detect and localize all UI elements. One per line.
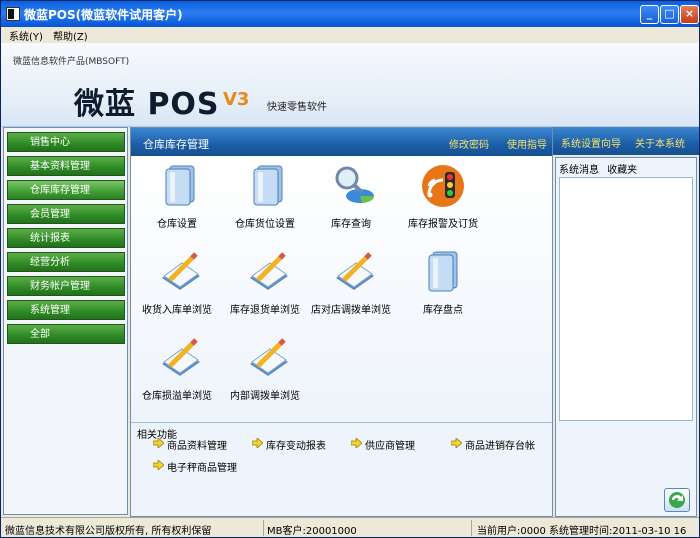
link-about[interactable]: 关于本系统 — [635, 135, 685, 150]
related-scale-product[interactable]: 电子秤商品管理 — [153, 459, 237, 474]
tile-label: 仓库设置 — [157, 219, 197, 230]
tile-label: 库存盘点 — [423, 305, 463, 316]
related-label: 供应商管理 — [365, 441, 415, 452]
status-copyright: 微蓝信息技术有限公司版权所有, 所有权利保留 — [5, 526, 212, 537]
status-bar: 微蓝信息技术有限公司版权所有, 所有权利保留 MB客户:20001000 当前用… — [1, 517, 699, 537]
sidebar-item-business-analysis[interactable]: 经营分析 — [7, 252, 125, 272]
company-name: 微蓝信息软件产品(MBSOFT) — [13, 57, 130, 67]
sidebar-item-members[interactable]: 会员管理 — [7, 204, 125, 224]
tile-store-transfer-browse[interactable]: 店对店调拨单浏览 — [306, 246, 396, 326]
slogan: 快速零售软件 — [267, 102, 327, 113]
title-bar[interactable]: 微蓝POS(微蓝软件试用客户) _ □ × — [1, 1, 699, 27]
message-list[interactable] — [559, 177, 693, 421]
related-label: 电子秤商品管理 — [167, 463, 237, 474]
tab-system-messages[interactable]: 系统消息 — [559, 165, 599, 176]
sidebar-item-all[interactable]: 全部 — [7, 324, 125, 344]
pencil-pad-icon — [162, 338, 200, 376]
banner: 微蓝信息软件产品(MBSOFT) 微蓝 POS V3 快速零售软件 — [1, 43, 699, 127]
status-customer: MB客户:20001000 — [267, 526, 357, 537]
status-system-time: 系统管理时间:2011-03-10 16 — [549, 526, 687, 537]
tile-warehouse-settings[interactable]: 仓库设置 — [132, 160, 222, 240]
tile-label: 内部调拨单浏览 — [230, 391, 300, 402]
arrow-right-icon — [451, 438, 462, 448]
magnifier-pie-icon — [335, 166, 375, 203]
arrow-right-icon — [351, 438, 362, 448]
arrow-right-icon — [252, 438, 263, 448]
related-supplier-management[interactable]: 供应商管理 — [351, 437, 415, 452]
arrow-right-icon — [153, 460, 164, 470]
version-label: V3 — [223, 89, 250, 110]
menu-bar: 系统(Y) 帮助(Z) — [1, 27, 699, 43]
app-icon — [6, 7, 20, 21]
status-current-user: 当前用户:0000 — [477, 526, 546, 537]
pencil-pad-icon — [250, 252, 288, 290]
maximize-button[interactable]: □ — [660, 5, 679, 24]
refresh-button[interactable] — [664, 488, 690, 512]
tile-label: 库存查询 — [331, 219, 371, 230]
sidebar-item-warehouse-inventory[interactable]: 仓库库存管理 — [7, 180, 125, 200]
app-window: 微蓝POS(微蓝软件试用客户) _ □ × 系统(Y) 帮助(Z) 微蓝信息软件… — [0, 0, 700, 538]
book-stack-icon — [428, 251, 458, 292]
header-link-area — [435, 127, 553, 155]
link-setup-wizard[interactable]: 系统设置向导 — [561, 135, 621, 150]
refresh-icon — [669, 492, 685, 508]
pencil-pad-icon — [336, 252, 374, 290]
sidebar: 销售中心 基本资料管理 仓库库存管理 会员管理 统计报表 经营分析 财务帐户管理… — [3, 127, 128, 515]
related-functions: 相关功能 商品资料管理 库存变动报表 供应商管理 商品进销存台帐 电子秤商品管理 — [131, 422, 552, 516]
product-logo: 微蓝 POS — [74, 87, 220, 122]
close-button[interactable]: × — [680, 5, 699, 24]
function-grid: 仓库设置 仓库货位设置 库存查询 库存报警及订货 收货入库单浏览 库存退货单浏览… — [131, 156, 552, 422]
tile-loss-gain-browse[interactable]: 仓库损溢单浏览 — [132, 332, 222, 412]
related-label: 商品资料管理 — [167, 441, 227, 452]
header-extension: 系统设置向导 关于本系统 — [553, 127, 699, 155]
tile-internal-transfer-browse[interactable]: 内部调拨单浏览 — [220, 332, 310, 412]
right-panel-tabs: 系统消息 收藏夹 — [559, 161, 637, 176]
menu-system[interactable]: 系统(Y) — [9, 28, 43, 43]
tile-inventory-query[interactable]: 库存查询 — [306, 160, 396, 240]
tab-favorites[interactable]: 收藏夹 — [607, 165, 637, 176]
sidebar-item-system[interactable]: 系统管理 — [7, 300, 125, 320]
tile-label: 库存退货单浏览 — [230, 305, 300, 316]
pencil-pad-icon — [162, 252, 200, 290]
sidebar-item-sales-center[interactable]: 销售中心 — [7, 132, 125, 152]
tile-label: 店对店调拨单浏览 — [311, 305, 391, 316]
right-panel: 系统消息 收藏夹 — [555, 157, 697, 517]
tile-receiving-browse[interactable]: 收货入库单浏览 — [132, 246, 222, 326]
minimize-button[interactable]: _ — [640, 5, 659, 24]
window-title: 微蓝POS(微蓝软件试用客户) — [24, 8, 183, 22]
book-stack-icon — [165, 165, 195, 206]
tile-stocktaking[interactable]: 库存盘点 — [393, 246, 493, 326]
page-title: 仓库库存管理 — [143, 138, 209, 151]
related-label: 商品进销存台帐 — [465, 441, 535, 452]
tile-warehouse-location-settings[interactable]: 仓库货位设置 — [220, 160, 310, 240]
tile-label: 仓库货位设置 — [235, 219, 295, 230]
related-product-ledger[interactable]: 商品进销存台帐 — [451, 437, 535, 452]
menu-help[interactable]: 帮助(Z) — [53, 28, 88, 43]
status-divider — [471, 520, 472, 536]
tile-inventory-alarm-order[interactable]: 库存报警及订货 — [393, 160, 493, 240]
main-panel: 仓库库存管理 修改密码 使用指导 系统设置向导 仓库设置 — [130, 127, 553, 517]
related-inventory-change-report[interactable]: 库存变动报表 — [252, 437, 326, 452]
pencil-pad-icon — [250, 338, 288, 376]
sidebar-item-basic-data[interactable]: 基本资料管理 — [7, 156, 125, 176]
status-divider — [263, 520, 264, 536]
tile-label: 库存报警及订货 — [408, 219, 478, 230]
arrow-right-icon — [153, 438, 164, 448]
sidebar-item-reports[interactable]: 统计报表 — [7, 228, 125, 248]
related-label: 库存变动报表 — [266, 441, 326, 452]
tile-label: 收货入库单浏览 — [142, 305, 212, 316]
traffic-light-icon — [422, 165, 464, 207]
sidebar-item-finance-accounts[interactable]: 财务帐户管理 — [7, 276, 125, 296]
related-product-data[interactable]: 商品资料管理 — [153, 437, 227, 452]
tile-label: 仓库损溢单浏览 — [142, 391, 212, 402]
tile-return-browse[interactable]: 库存退货单浏览 — [220, 246, 310, 326]
book-stack-icon — [253, 165, 283, 206]
